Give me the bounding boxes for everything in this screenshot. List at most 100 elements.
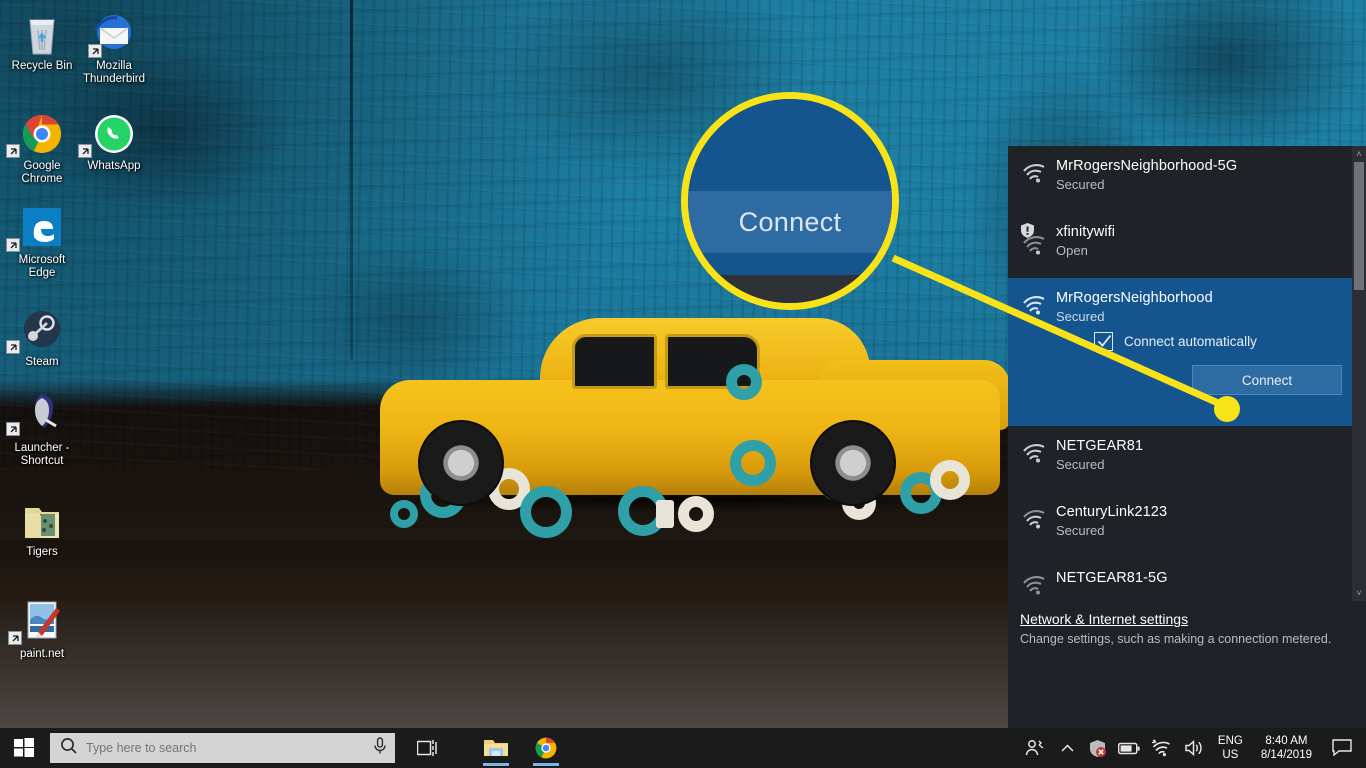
clock-date: 8/14/2019: [1260, 749, 1312, 761]
desktop-icon-recycle-bin[interactable]: Recycle Bin: [4, 8, 80, 73]
network-status: Secured: [1056, 177, 1105, 192]
battery-icon[interactable]: [1112, 728, 1146, 768]
network-status: Secured: [1056, 523, 1105, 538]
network-status: Secured: [1056, 309, 1105, 324]
clock[interactable]: 8:40 AM 8/14/2019: [1251, 734, 1322, 762]
taskbar: ENG US 8:40 AM 8/14/2019: [0, 728, 1366, 768]
network-item-centurylink2123[interactable]: CenturyLink2123 Secured: [1008, 492, 1366, 558]
search-input[interactable]: [86, 741, 364, 755]
active-app-indicator: [483, 763, 509, 766]
magnified-connect-label: Connect: [738, 206, 842, 237]
network-status: Open: [1056, 243, 1088, 258]
desktop-icon-label: Launcher - Shortcut: [14, 442, 70, 467]
recycle-bin-icon: [4, 8, 80, 56]
desktop-icon-label: paint.net: [19, 648, 65, 660]
task-view-icon[interactable]: [405, 728, 451, 768]
whatsapp-icon: [76, 108, 152, 158]
desktop-icon-label: Microsoft Edge: [18, 254, 66, 279]
desktop-icon-launcher-shortcut[interactable]: Launcher - Shortcut: [4, 390, 80, 468]
callout-target-dot: [1214, 396, 1240, 422]
connect-automatically-row[interactable]: Connect automatically: [1056, 326, 1354, 355]
wifi-signal-icon: [1022, 574, 1048, 596]
shortcut-arrow-badge: [6, 144, 20, 158]
steam-icon: [4, 304, 80, 354]
network-item-mrrogersneighborhood-selected[interactable]: MrRogersNeighborhood Secured Connect aut…: [1008, 278, 1366, 426]
search-box[interactable]: [50, 733, 395, 763]
network-list-scrollbar[interactable]: ˄ ˅: [1352, 146, 1366, 601]
taskbar-chrome-icon[interactable]: [523, 728, 569, 768]
paint-net-icon: [4, 596, 80, 645]
desktop-screen: Recycle Bin Mozilla Thunderbird Google C…: [0, 0, 1366, 768]
shortcut-arrow-badge: [88, 44, 102, 58]
taskbar-file-explorer-icon[interactable]: [473, 728, 519, 768]
desktop-icon-label: Mozilla Thunderbird: [82, 60, 145, 85]
wifi-signal-icon: [1022, 508, 1048, 530]
shortcut-arrow-badge: [6, 238, 20, 252]
shortcut-arrow-badge: [8, 631, 22, 645]
shortcut-arrow-badge: [78, 144, 92, 158]
desktop-icon-microsoft-edge[interactable]: Microsoft Edge: [4, 202, 80, 280]
show-hidden-icons-chevron[interactable]: [1052, 728, 1083, 768]
desktop-icon-steam[interactable]: Steam: [4, 304, 80, 369]
launcher-icon: [4, 390, 80, 438]
network-internet-settings-link[interactable]: Network & Internet settings: [1020, 611, 1188, 627]
network-settings-subtitle: Change settings, such as making a connec…: [1020, 632, 1332, 646]
desktop-icon-whatsapp[interactable]: WhatsApp: [76, 108, 152, 173]
active-app-indicator: [533, 763, 559, 766]
warning-shield-icon: [1020, 222, 1035, 239]
desktop-icon-label: Recycle Bin: [11, 60, 73, 72]
connect-automatically-label: Connect automatically: [1124, 334, 1257, 349]
desktop-icon-label: WhatsApp: [87, 160, 141, 172]
wifi-flyout-panel: MrRogersNeighborhood-5G Secured xfinityw…: [1008, 146, 1366, 728]
wall-seam: [350, 0, 353, 360]
desktop-icon-label: Steam: [25, 356, 59, 368]
network-name: NETGEAR81-5G: [1056, 570, 1168, 586]
search-icon: [60, 737, 77, 759]
wifi-signal-icon: [1022, 294, 1048, 316]
shortcut-arrow-badge: [6, 340, 20, 354]
network-item-netgear81[interactable]: NETGEAR81 Secured: [1008, 426, 1366, 492]
microphone-icon[interactable]: [373, 736, 387, 760]
desktop-icon-label: Google Chrome: [21, 160, 63, 185]
volume-icon[interactable]: [1178, 728, 1210, 768]
connect-button[interactable]: Connect: [1192, 365, 1342, 395]
start-button[interactable]: [0, 728, 48, 768]
network-name: CenturyLink2123: [1056, 504, 1168, 520]
network-name: xfinitywifi: [1056, 224, 1116, 240]
desktop-icon-google-chrome[interactable]: Google Chrome: [4, 108, 80, 186]
wallpaper-car-image: [360, 300, 1020, 550]
people-icon[interactable]: [1018, 728, 1052, 768]
network-name: MrRogersNeighborhood-5G: [1056, 158, 1238, 174]
clock-time: 8:40 AM: [1265, 735, 1308, 747]
language-indicator[interactable]: ENG US: [1210, 734, 1251, 762]
magnifier-callout: Connect: [681, 92, 899, 310]
system-tray: ENG US 8:40 AM 8/14/2019: [1018, 728, 1366, 768]
network-item-xfinitywifi[interactable]: xfinitywifi Open: [1008, 212, 1366, 278]
language-primary: ENG: [1217, 735, 1243, 747]
scrollbar-thumb[interactable]: [1354, 162, 1364, 290]
network-item-mrrogersneighborhood-5g[interactable]: MrRogersNeighborhood-5G Secured: [1008, 146, 1366, 212]
security-shield-icon[interactable]: [1083, 728, 1112, 768]
network-item-netgear81-5g[interactable]: NETGEAR81-5G: [1008, 558, 1366, 601]
network-list[interactable]: MrRogersNeighborhood-5G Secured xfinityw…: [1008, 146, 1366, 601]
connect-automatically-checkbox[interactable]: [1094, 332, 1113, 351]
scroll-down-arrow-icon[interactable]: ˅: [1352, 585, 1366, 601]
thunderbird-icon: [76, 8, 152, 58]
edge-icon: [4, 202, 80, 252]
wifi-signal-icon: [1022, 162, 1048, 184]
shortcut-arrow-badge: [6, 422, 20, 436]
network-name: NETGEAR81: [1056, 438, 1144, 454]
connect-button-row: Connect: [1056, 355, 1354, 407]
network-name: MrRogersNeighborhood: [1056, 290, 1213, 306]
scroll-up-arrow-icon[interactable]: ˄: [1352, 146, 1366, 162]
wifi-tray-icon[interactable]: [1146, 728, 1178, 768]
desktop-icon-tigers[interactable]: Tigers: [4, 494, 80, 559]
desktop-icon-mozilla-thunderbird[interactable]: Mozilla Thunderbird: [76, 8, 152, 86]
chrome-icon: [4, 108, 80, 158]
network-status: Secured: [1056, 457, 1105, 472]
folder-icon: [4, 494, 80, 542]
action-center-icon[interactable]: [1322, 728, 1364, 768]
desktop-icon-paint-net[interactable]: paint.net: [4, 596, 80, 661]
network-settings-area: Network & Internet settings Change setti…: [1008, 601, 1366, 674]
desktop-icon-label: Tigers: [26, 546, 58, 558]
